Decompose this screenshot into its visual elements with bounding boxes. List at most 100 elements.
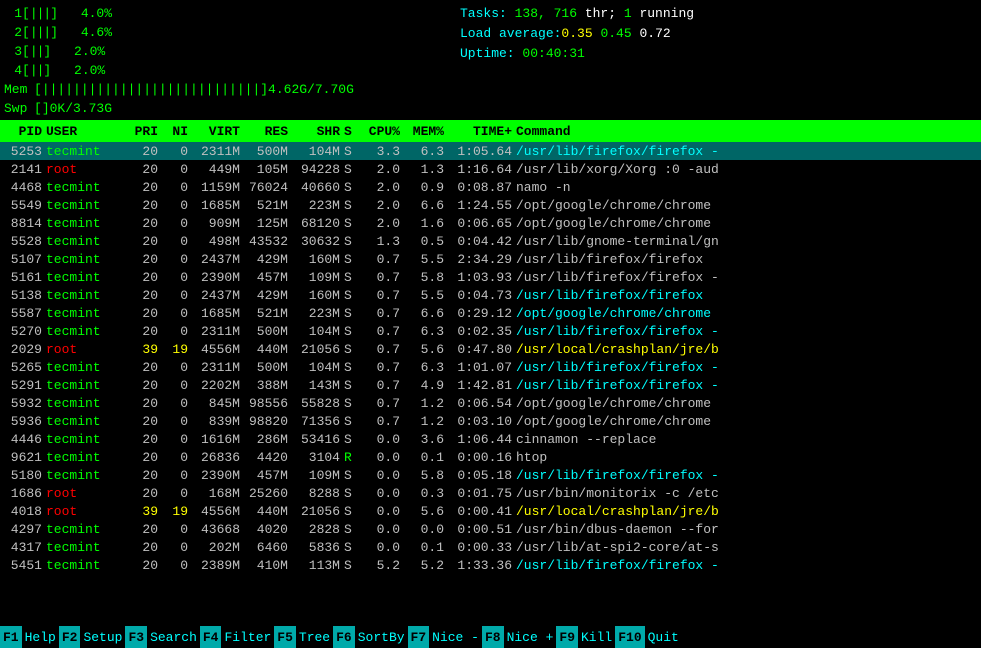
table-row[interactable]: 5270 tecmint 20 0 2311M 500M 104M S 0.7 … — [0, 322, 981, 340]
footer-key-f1: F1 — [0, 626, 22, 648]
table-row[interactable]: 2029 root 39 19 4556M 440M 21056 S 0.7 5… — [0, 340, 981, 358]
table-row[interactable]: 5587 tecmint 20 0 1685M 521M 223M S 0.7 … — [0, 304, 981, 322]
proc-s: S — [344, 144, 358, 159]
table-row[interactable]: 5180 tecmint 20 0 2390M 457M 109M S 0.0 … — [0, 466, 981, 484]
proc-ni: 0 — [162, 396, 192, 411]
proc-mem: 0.5 — [404, 234, 448, 249]
proc-shr: 3104 — [292, 450, 344, 465]
table-row[interactable]: 5161 tecmint 20 0 2390M 457M 109M S 0.7 … — [0, 268, 981, 286]
proc-virt: 2311M — [192, 360, 244, 375]
footer-f3[interactable]: F3Search — [125, 626, 199, 648]
footer-key-f9: F9 — [556, 626, 578, 648]
table-row[interactable]: 5549 tecmint 20 0 1685M 521M 223M S 2.0 … — [0, 196, 981, 214]
proc-pid: 5107 — [4, 252, 46, 267]
header-mem: MEM% — [404, 124, 448, 139]
proc-shr: 160M — [292, 288, 344, 303]
proc-virt: 1616M — [192, 432, 244, 447]
proc-cmd: /usr/lib/firefox/firefox - — [516, 144, 977, 159]
proc-s: S — [344, 432, 358, 447]
table-row[interactable]: 5265 tecmint 20 0 2311M 500M 104M S 0.7 … — [0, 358, 981, 376]
footer-f1[interactable]: F1Help — [0, 626, 59, 648]
proc-ni: 0 — [162, 360, 192, 375]
table-row[interactable]: 5291 tecmint 20 0 2202M 388M 143M S 0.7 … — [0, 376, 981, 394]
proc-pri: 20 — [126, 252, 162, 267]
proc-pri: 20 — [126, 378, 162, 393]
proc-res: 4020 — [244, 522, 292, 537]
table-row[interactable]: 4468 tecmint 20 0 1159M 76024 40660 S 2.… — [0, 178, 981, 196]
proc-shr: 5836 — [292, 540, 344, 555]
proc-shr: 104M — [292, 144, 344, 159]
footer-f7[interactable]: F7Nice - — [408, 626, 482, 648]
proc-cmd: /opt/google/chrome/chrome — [516, 198, 977, 213]
table-row[interactable]: 1686 root 20 0 168M 25260 8288 S 0.0 0.3… — [0, 484, 981, 502]
proc-res: 125M — [244, 216, 292, 231]
proc-res: 521M — [244, 306, 292, 321]
proc-pid: 4446 — [4, 432, 46, 447]
proc-shr: 104M — [292, 360, 344, 375]
header-pri: PRI — [126, 124, 162, 139]
proc-user: tecmint — [46, 180, 126, 195]
footer-f6[interactable]: F6SortBy — [333, 626, 407, 648]
proc-s: S — [344, 234, 358, 249]
table-row[interactable]: 5936 tecmint 20 0 839M 98820 71356 S 0.7… — [0, 412, 981, 430]
proc-virt: 1685M — [192, 198, 244, 213]
proc-ni: 0 — [162, 468, 192, 483]
footer-f4[interactable]: F4Filter — [200, 626, 274, 648]
table-row[interactable]: 5932 tecmint 20 0 845M 98556 55828 S 0.7… — [0, 394, 981, 412]
proc-virt: 4556M — [192, 504, 244, 519]
proc-user: tecmint — [46, 468, 126, 483]
table-row[interactable]: 8814 tecmint 20 0 909M 125M 68120 S 2.0 … — [0, 214, 981, 232]
table-row[interactable]: 4297 tecmint 20 0 43668 4020 2828 S 0.0 … — [0, 520, 981, 538]
footer-f8[interactable]: F8Nice + — [482, 626, 556, 648]
proc-res: 105M — [244, 162, 292, 177]
proc-virt: 4556M — [192, 342, 244, 357]
proc-mem: 5.6 — [404, 342, 448, 357]
table-row[interactable]: 4446 tecmint 20 0 1616M 286M 53416 S 0.0… — [0, 430, 981, 448]
proc-pid: 5587 — [4, 306, 46, 321]
proc-time: 0:47.80 — [448, 342, 516, 357]
proc-shr: 68120 — [292, 216, 344, 231]
footer-f9[interactable]: F9Kill — [556, 626, 615, 648]
proc-ni: 0 — [162, 288, 192, 303]
proc-cmd: /opt/google/chrome/chrome — [516, 306, 977, 321]
proc-cmd: /usr/lib/firefox/firefox - — [516, 324, 977, 339]
proc-time: 0:02.35 — [448, 324, 516, 339]
proc-res: 98556 — [244, 396, 292, 411]
proc-user: root — [46, 162, 126, 177]
proc-ni: 0 — [162, 216, 192, 231]
table-row[interactable]: 5451 tecmint 20 0 2389M 410M 113M S 5.2 … — [0, 556, 981, 574]
proc-mem: 1.2 — [404, 396, 448, 411]
proc-user: tecmint — [46, 360, 126, 375]
table-row[interactable]: 4018 root 39 19 4556M 440M 21056 S 0.0 5… — [0, 502, 981, 520]
proc-cmd: /opt/google/chrome/chrome — [516, 216, 977, 231]
table-row[interactable]: 5107 tecmint 20 0 2437M 429M 160M S 0.7 … — [0, 250, 981, 268]
proc-shr: 8288 — [292, 486, 344, 501]
footer-f10[interactable]: F10Quit — [615, 626, 682, 648]
table-row[interactable]: 5253 tecmint 20 0 2311M 500M 104M S 3.3 … — [0, 142, 981, 160]
table-row[interactable]: 5138 tecmint 20 0 2437M 429M 160M S 0.7 … — [0, 286, 981, 304]
proc-time: 0:08.87 — [448, 180, 516, 195]
proc-s: S — [344, 468, 358, 483]
proc-pid: 4317 — [4, 540, 46, 555]
proc-cmd: /usr/local/crashplan/jre/b — [516, 504, 977, 519]
table-row[interactable]: 9621 tecmint 20 0 26836 4420 3104 R 0.0 … — [0, 448, 981, 466]
proc-pri: 20 — [126, 198, 162, 213]
table-row[interactable]: 4317 tecmint 20 0 202M 6460 5836 S 0.0 0… — [0, 538, 981, 556]
proc-pri: 20 — [126, 468, 162, 483]
proc-time: 1:05.64 — [448, 144, 516, 159]
table-row[interactable]: 2141 root 20 0 449M 105M 94228 S 2.0 1.3… — [0, 160, 981, 178]
proc-pri: 20 — [126, 234, 162, 249]
proc-shr: 223M — [292, 198, 344, 213]
proc-cpu: 2.0 — [358, 180, 404, 195]
proc-user: tecmint — [46, 540, 126, 555]
proc-s: R — [344, 450, 358, 465]
proc-res: 440M — [244, 342, 292, 357]
footer-f2[interactable]: F2Setup — [59, 626, 126, 648]
proc-pri: 20 — [126, 360, 162, 375]
footer-f5[interactable]: F5Tree — [274, 626, 333, 648]
header-s: S — [344, 124, 358, 139]
table-row[interactable]: 5528 tecmint 20 0 498M 43532 30632 S 1.3… — [0, 232, 981, 250]
proc-cpu: 0.0 — [358, 504, 404, 519]
proc-virt: 498M — [192, 234, 244, 249]
footer-bar: F1HelpF2SetupF3SearchF4FilterF5TreeF6Sor… — [0, 626, 981, 648]
